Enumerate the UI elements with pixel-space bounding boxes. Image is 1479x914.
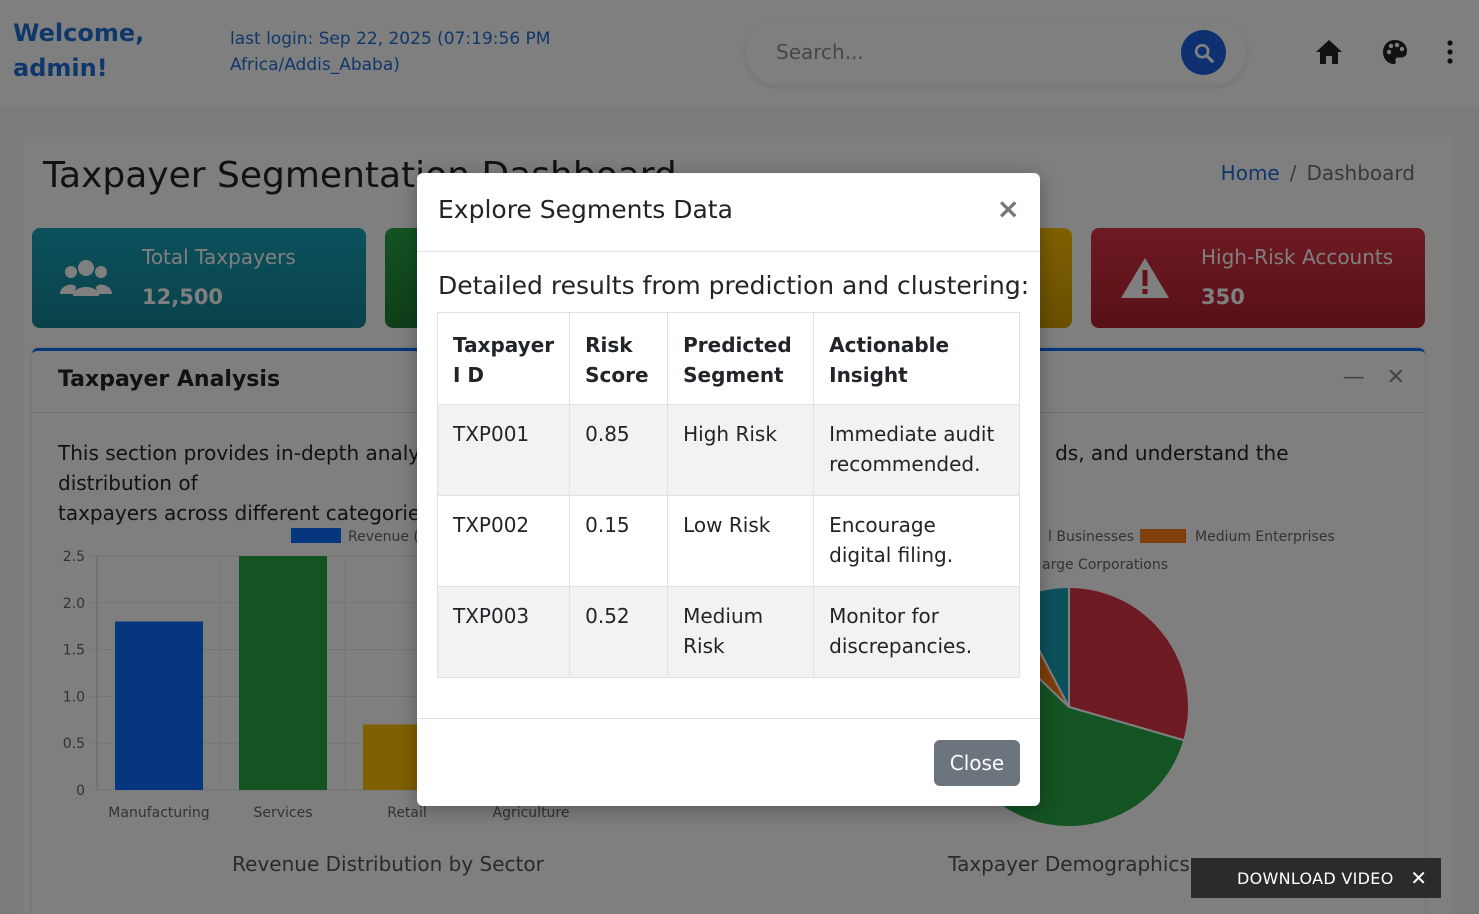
insight-cell: Monitor for discrepancies. (813, 586, 1020, 678)
modal-header: Explore Segments Data × (417, 173, 1040, 252)
download-video-bar: DOWNLOAD VIDEO ✕ (1191, 858, 1441, 898)
download-close-icon[interactable]: ✕ (1410, 866, 1427, 890)
segment-cell: High Risk (667, 404, 815, 496)
column-header: Predicted Segment (667, 312, 815, 405)
column-header: Risk Score (569, 312, 669, 405)
table-row: TXP003 0.52 Medium Risk Monitor for disc… (436, 586, 1020, 678)
table-row: TXP002 0.15 Low Risk Encourage digital f… (436, 495, 1020, 587)
taxpayer-id-cell: TXP003 (436, 586, 571, 678)
segment-cell: Medium Risk (667, 586, 815, 678)
column-header: Taxpayer I D (436, 312, 571, 405)
explore-segments-modal: Explore Segments Data × Detailed results… (417, 173, 1040, 806)
column-header: Actionable Insight (813, 312, 1020, 405)
close-button[interactable]: Close (934, 740, 1020, 786)
table-header-row: Taxpayer I D Risk Score Predicted Segmen… (436, 312, 1020, 405)
modal-subtitle: Detailed results from prediction and clu… (438, 271, 1030, 300)
download-video-button[interactable]: DOWNLOAD VIDEO (1237, 869, 1394, 888)
insight-cell: Immediate audit recommended. (813, 404, 1020, 496)
modal-footer: Close (417, 718, 1040, 806)
modal-title: Explore Segments Data (438, 195, 733, 224)
segment-cell: Low Risk (667, 495, 815, 587)
insight-cell: Encourage digital filing. (813, 495, 1020, 587)
risk-score-cell: 0.15 (569, 495, 669, 587)
risk-score-cell: 0.85 (569, 404, 669, 496)
modal-close-icon[interactable]: × (997, 195, 1020, 223)
taxpayer-id-cell: TXP002 (436, 495, 571, 587)
segments-table: Taxpayer I D Risk Score Predicted Segmen… (436, 312, 1020, 678)
risk-score-cell: 0.52 (569, 586, 669, 678)
taxpayer-id-cell: TXP001 (436, 404, 571, 496)
table-row: TXP001 0.85 High Risk Immediate audit re… (436, 404, 1020, 496)
